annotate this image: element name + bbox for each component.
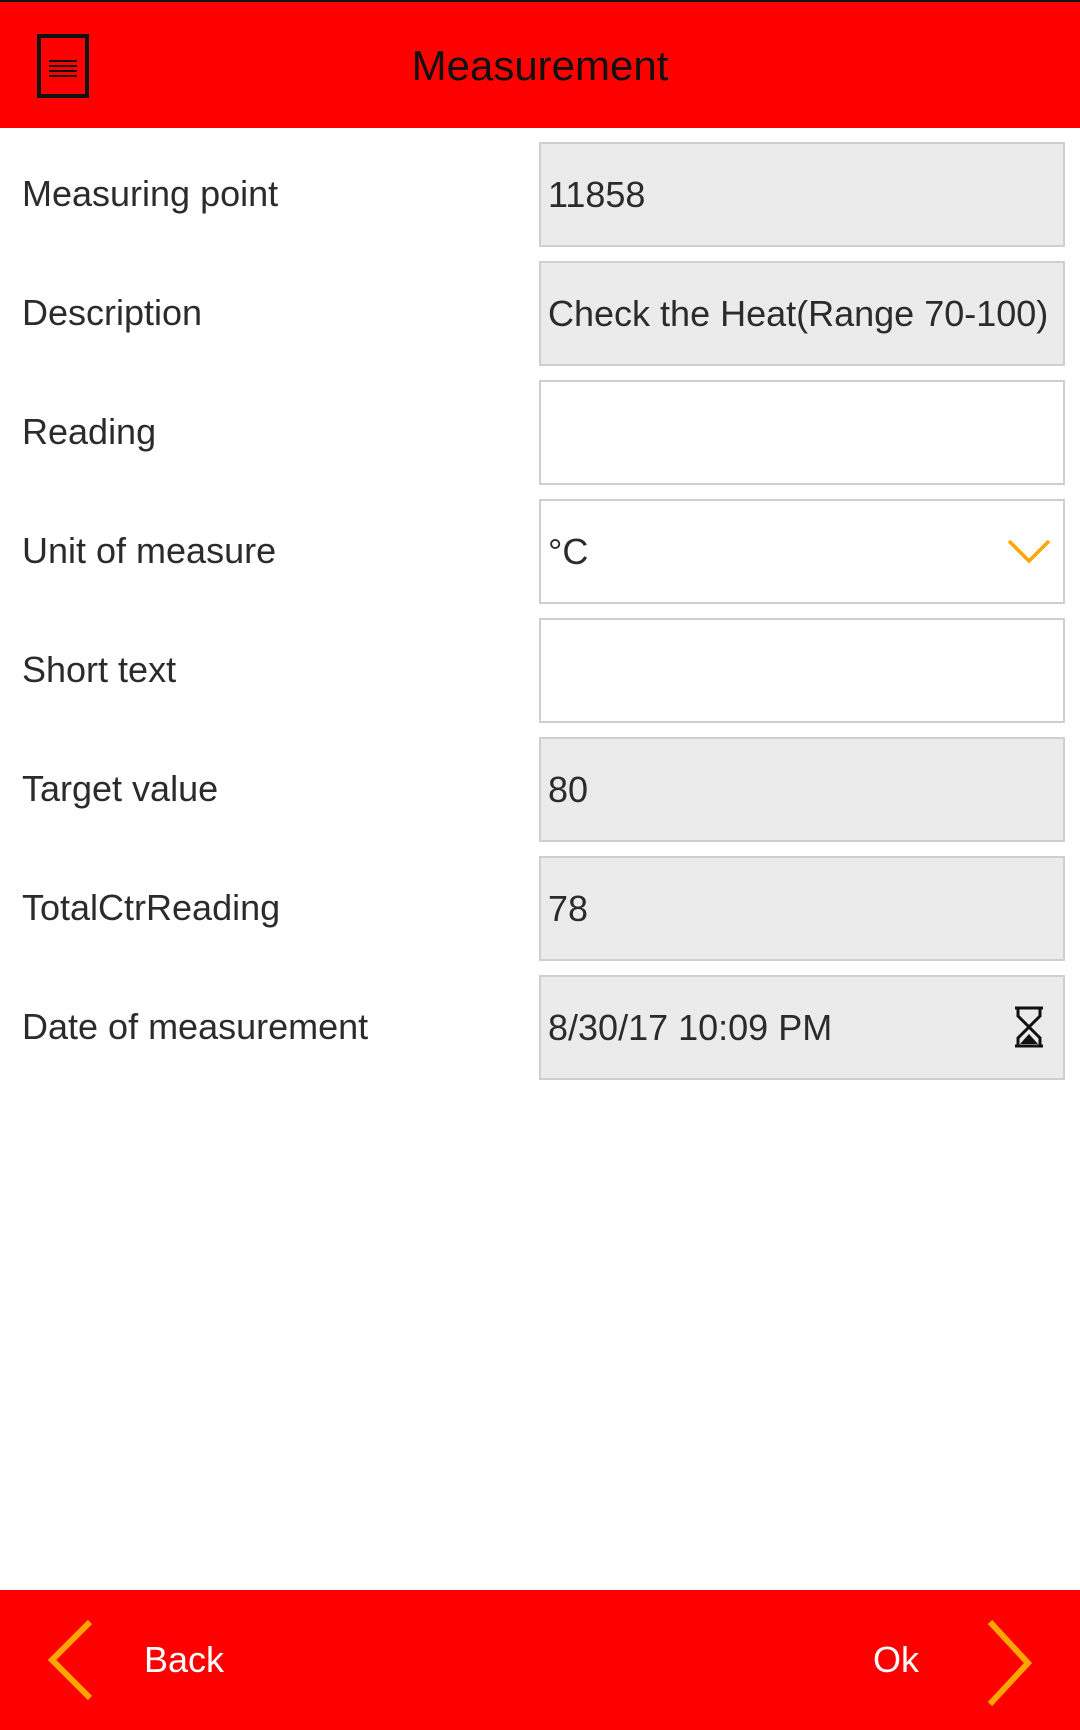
description-field: Check the Heat(Range 70-100) xyxy=(539,261,1065,366)
target-value-field: 80 xyxy=(539,737,1065,842)
measuring-point-value: 11858 xyxy=(548,174,646,215)
total-ctr-reading-field: 78 xyxy=(539,856,1065,961)
unit-of-measure-select[interactable]: °C xyxy=(539,499,1065,604)
ok-button[interactable]: Ok xyxy=(780,1590,1080,1730)
description-value: Check the Heat(Range 70-100) xyxy=(548,293,1049,334)
unit-of-measure-row: Unit of measure °C xyxy=(0,485,1080,604)
reading-input[interactable] xyxy=(541,382,1063,483)
back-button[interactable]: Back xyxy=(0,1590,300,1730)
date-of-measurement-field: 8/30/17 10:09 PM xyxy=(539,975,1065,1080)
description-label: Description xyxy=(22,292,203,333)
footer-bar: Back Ok xyxy=(0,1590,1080,1730)
reading-field[interactable] xyxy=(539,380,1065,485)
measuring-point-field: 11858 xyxy=(539,142,1065,247)
short-text-field[interactable] xyxy=(539,618,1065,723)
unit-of-measure-value: °C xyxy=(548,531,589,572)
date-of-measurement-label: Date of measurement xyxy=(22,1006,369,1047)
target-value-label: Target value xyxy=(22,768,219,809)
target-value-value: 80 xyxy=(548,769,589,810)
ok-label: Ok xyxy=(873,1639,920,1680)
target-value-row: Target value 80 xyxy=(0,723,1080,842)
measurement-form: Measuring point 11858 Description Check … xyxy=(0,128,1080,1080)
date-of-measurement-row: Date of measurement 8/30/17 10:09 PM xyxy=(0,961,1080,1080)
total-ctr-reading-row: TotalCtrReading 78 xyxy=(0,842,1080,961)
hourglass-icon[interactable] xyxy=(1005,1003,1053,1051)
reading-row: Reading xyxy=(0,366,1080,485)
short-text-input[interactable] xyxy=(541,620,1063,721)
date-of-measurement-value: 8/30/17 10:09 PM xyxy=(548,1007,833,1048)
measuring-point-label: Measuring point xyxy=(22,173,279,214)
description-row: Description Check the Heat(Range 70-100) xyxy=(0,247,1080,366)
measuring-point-row: Measuring point 11858 xyxy=(0,128,1080,247)
unit-of-measure-label: Unit of measure xyxy=(22,530,277,571)
document-menu-icon[interactable] xyxy=(37,34,89,98)
short-text-row: Short text xyxy=(0,604,1080,723)
measurement-screen: Measurement Measuring point 11858 Descri… xyxy=(0,0,1080,1730)
chevron-left-icon xyxy=(47,1620,93,1700)
header-bar: Measurement xyxy=(0,0,1080,128)
reading-label: Reading xyxy=(22,411,157,452)
page-title: Measurement xyxy=(411,42,669,89)
total-ctr-reading-value: 78 xyxy=(548,888,589,929)
short-text-label: Short text xyxy=(22,649,177,690)
chevron-down-icon[interactable] xyxy=(1005,527,1053,575)
chevron-right-icon xyxy=(987,1620,1033,1706)
total-ctr-reading-label: TotalCtrReading xyxy=(22,887,281,928)
back-label: Back xyxy=(144,1639,225,1680)
